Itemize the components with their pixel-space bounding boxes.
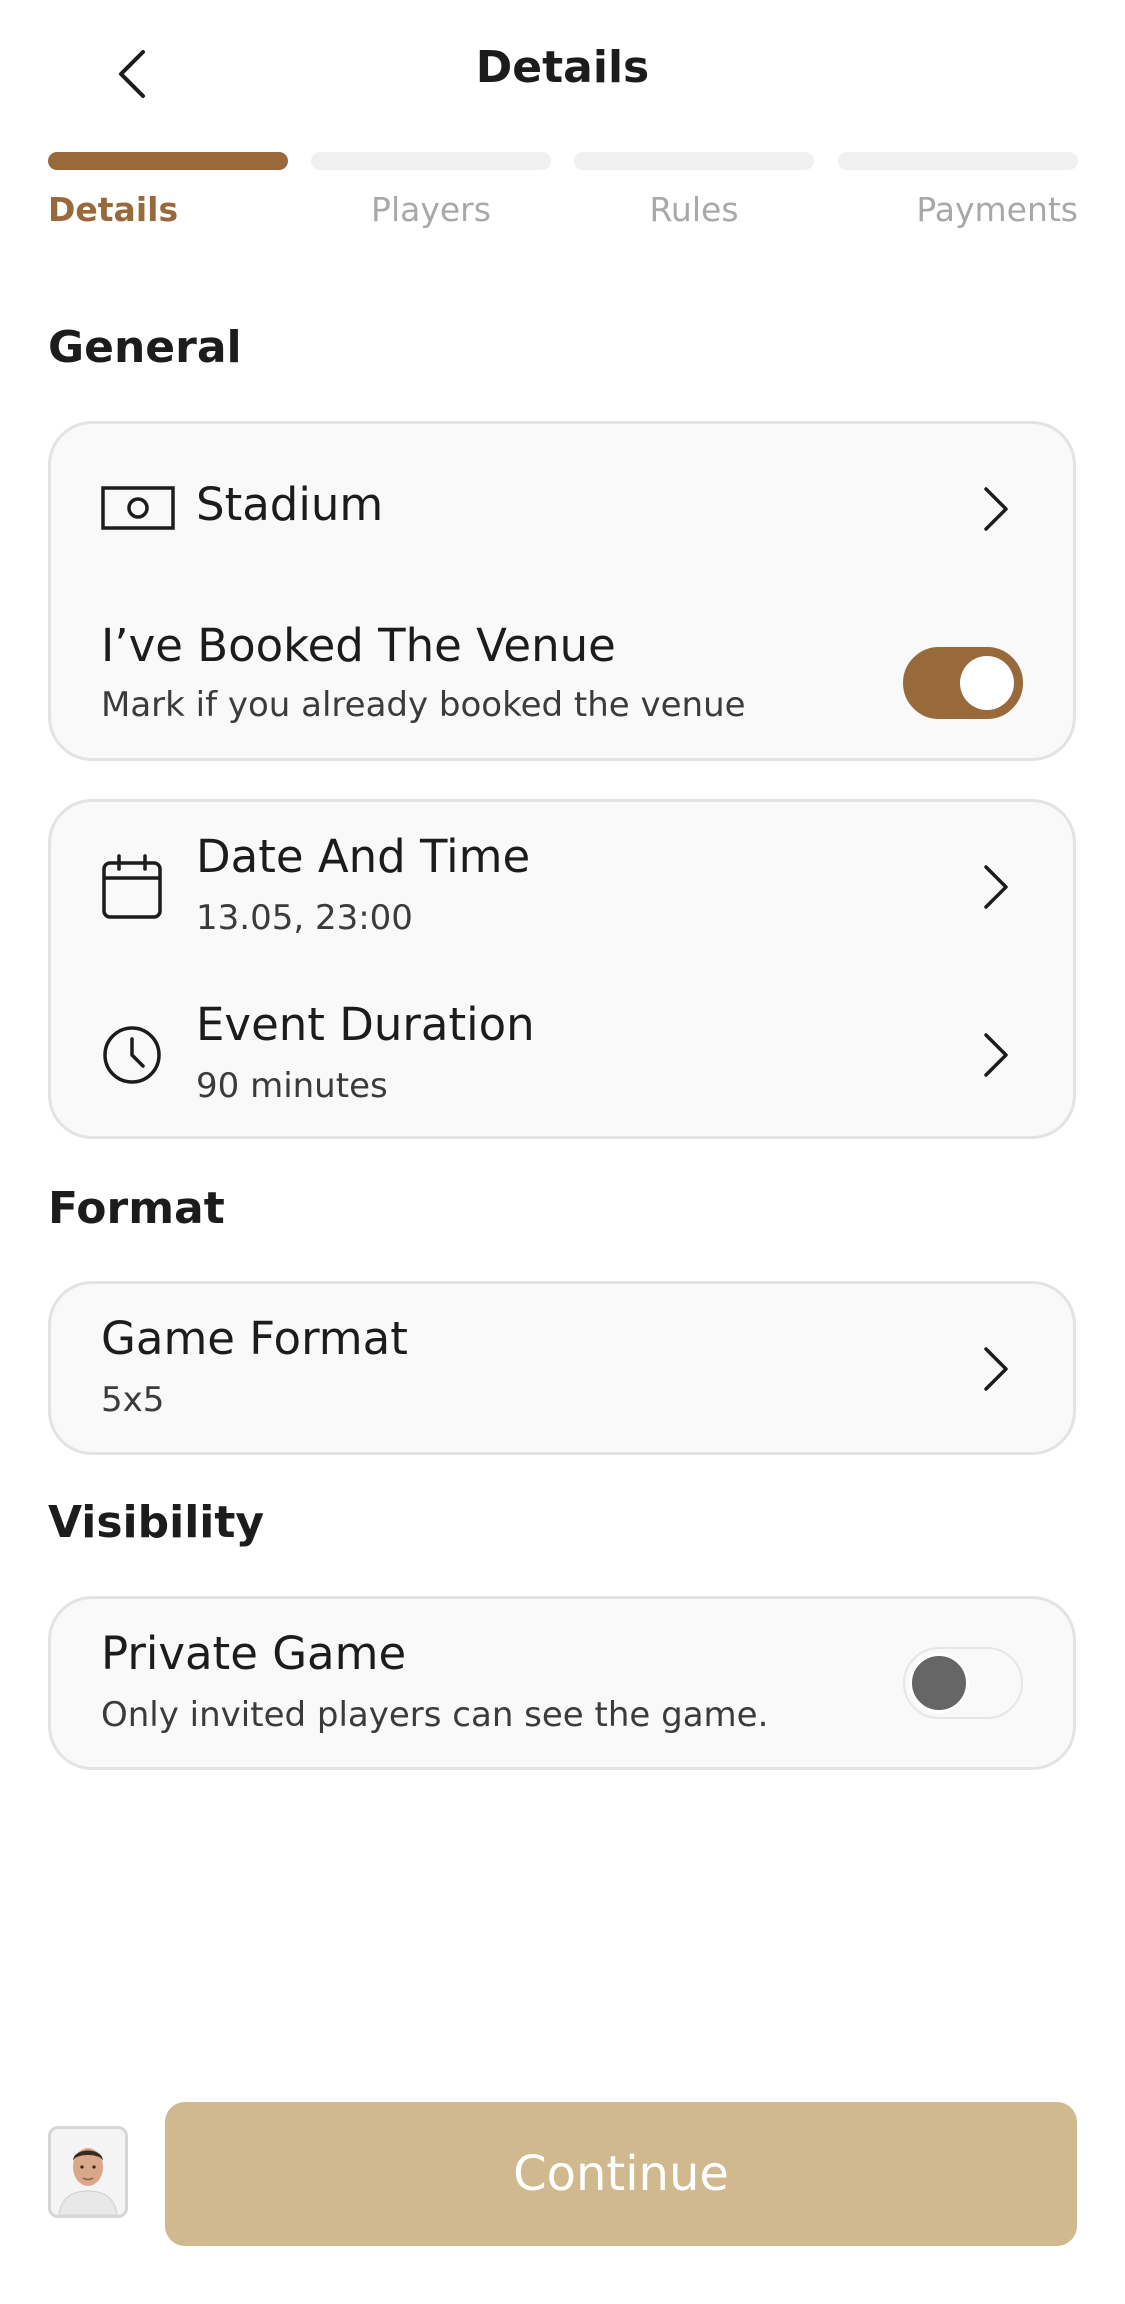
footer: Continue	[0, 2090, 1125, 2250]
continue-button[interactable]: Continue	[165, 2102, 1077, 2246]
booked-venue-label: I’ve Booked The Venue	[101, 619, 616, 672]
event-duration-row[interactable]: Event Duration 90 minutes	[51, 970, 1073, 1138]
event-duration-label: Event Duration	[196, 998, 535, 1051]
chevron-right-icon	[984, 1347, 1008, 1391]
step-label: Players	[371, 190, 491, 229]
toggle-knob	[960, 656, 1014, 710]
private-game-description: Only invited players can see the game.	[101, 1695, 769, 1735]
step-label: Payments	[916, 190, 1078, 229]
booked-venue-toggle[interactable]	[903, 647, 1023, 719]
step-bar	[838, 152, 1078, 170]
game-format-row[interactable]: Game Format 5x5	[51, 1284, 1073, 1454]
step-players[interactable]: Players	[311, 152, 551, 229]
private-game-toggle[interactable]	[903, 1647, 1023, 1719]
stadium-label: Stadium	[196, 478, 384, 531]
step-rules[interactable]: Rules	[574, 152, 814, 229]
date-time-value: 13.05, 23:00	[196, 898, 413, 938]
section-title-format: Format	[48, 1183, 225, 1234]
toggle-knob	[909, 1653, 969, 1713]
date-time-row[interactable]: Date And Time 13.05, 23:00	[51, 802, 1073, 970]
game-format-label: Game Format	[101, 1312, 408, 1365]
user-avatar-icon	[51, 2129, 125, 2215]
format-card: Game Format 5x5	[48, 1281, 1076, 1455]
chevron-right-icon	[984, 865, 1008, 909]
general-card: Stadium I’ve Booked The Venue Mark if yo…	[48, 421, 1076, 761]
chevron-right-icon	[984, 487, 1008, 531]
date-time-label: Date And Time	[196, 830, 531, 883]
section-title-visibility: Visibility	[48, 1497, 265, 1548]
private-game-label: Private Game	[101, 1627, 407, 1680]
step-label: Rules	[649, 190, 739, 229]
avatar[interactable]	[48, 2126, 128, 2218]
step-bar	[574, 152, 814, 170]
schedule-card: Date And Time 13.05, 23:00 Event Duratio…	[48, 799, 1076, 1139]
booked-venue-row: I’ve Booked The Venue Mark if you alread…	[51, 589, 1073, 759]
booked-venue-description: Mark if you already booked the venue	[101, 685, 746, 725]
step-label: Details	[48, 190, 179, 229]
section-title-general: General	[48, 322, 242, 373]
step-payments[interactable]: Payments	[838, 152, 1078, 229]
stadium-row[interactable]: Stadium	[51, 424, 1073, 589]
event-duration-value: 90 minutes	[196, 1066, 388, 1106]
header: Details	[0, 0, 1125, 145]
visibility-card: Private Game Only invited players can se…	[48, 1596, 1076, 1770]
stadium-icon	[101, 486, 175, 530]
page-title: Details	[475, 42, 650, 93]
clock-icon	[103, 1026, 161, 1084]
game-format-value: 5x5	[101, 1380, 165, 1420]
step-bar	[311, 152, 551, 170]
step-bar	[48, 152, 288, 170]
calendar-icon	[102, 854, 162, 919]
private-game-row: Private Game Only invited players can se…	[51, 1599, 1073, 1769]
step-progress: Details Players Rules Payments	[48, 152, 1078, 242]
step-details[interactable]: Details	[48, 152, 288, 229]
chevron-right-icon	[984, 1033, 1008, 1077]
